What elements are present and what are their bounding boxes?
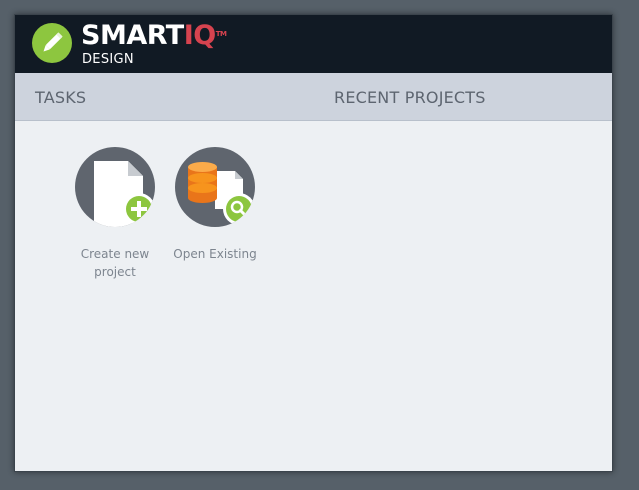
section-bar: TASKS RECENT PROJECTS	[15, 73, 612, 121]
create-new-project-label: Create new project	[80, 247, 150, 279]
trademark: TM	[215, 30, 227, 38]
brand-accent: IQ	[183, 20, 217, 51]
app-subtitle: DESIGN	[82, 52, 134, 67]
app-window: SMARTIQTM DESIGN TASKS RECENT PROJECTS C…	[14, 14, 613, 472]
brand-main: SMART	[81, 20, 184, 51]
recent-projects-heading: RECENT PROJECTS	[334, 88, 486, 107]
brand-logo: SMARTIQTM	[81, 20, 227, 51]
database-search-icon	[175, 147, 255, 227]
pencil-icon	[32, 23, 72, 63]
app-header: SMARTIQTM DESIGN	[15, 15, 612, 73]
open-existing-label: Open Existing	[173, 247, 257, 261]
tasks-heading: TASKS	[35, 88, 87, 107]
new-document-plus-icon	[75, 147, 155, 227]
